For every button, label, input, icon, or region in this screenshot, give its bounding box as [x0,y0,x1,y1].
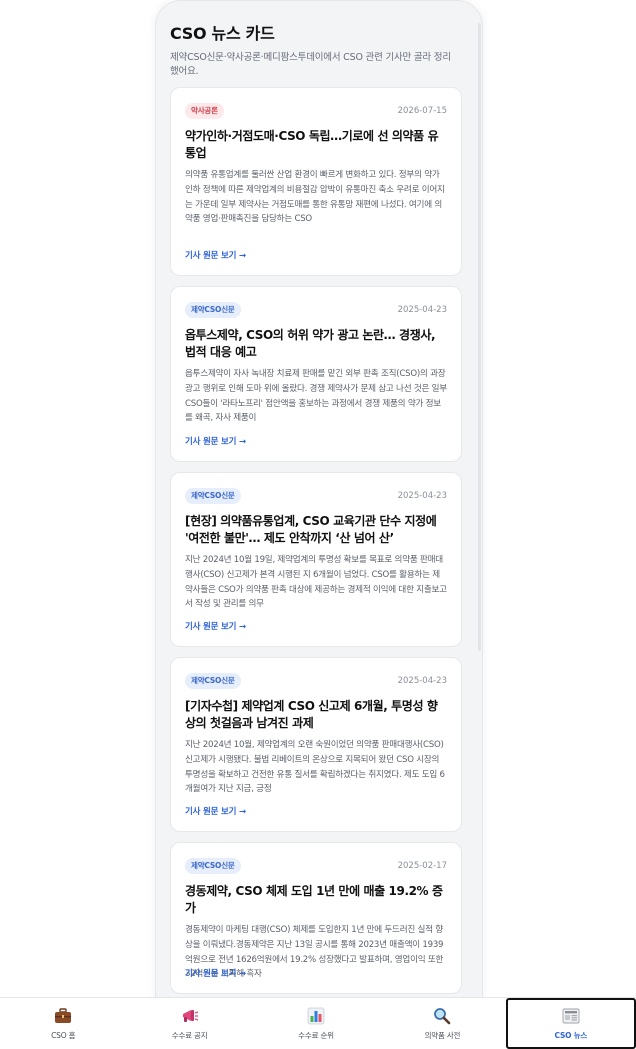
read-original-link[interactable]: 기사 원문 보기 → [185,435,246,447]
app-frame: CSO 뉴스 카드 제약CSO신문·약사공론·메디팜스투데이에서 CSO 관련 … [155,0,483,1002]
news-card[interactable]: 제약CSO신문 2025-04-23 [현장] 의약품유통업계, CSO 교육기… [170,472,462,647]
page-header: CSO 뉴스 카드 제약CSO신문·약사공론·메디팜스투데이에서 CSO 관련 … [156,1,482,79]
scrollbar[interactable] [478,23,481,651]
page-subtitle: 제약CSO신문·약사공론·메디팜스투데이에서 CSO 관련 기사만 골라 정리했… [170,52,451,77]
news-date: 2026-07-15 [397,106,447,116]
bar-chart-icon [306,1006,326,1026]
nav-item-cso-news[interactable]: CSO 뉴스 [505,998,636,1049]
source-badge: 제약CSO신문 [185,673,241,689]
source-badge: 약사공론 [185,103,224,119]
news-title[interactable]: [기자수첩] 제약업계 CSO 신고제 6개월, 투명성 향상의 첫걸음과 남겨… [185,698,447,732]
nav-item-fee-notice[interactable]: 수수료 공지 [126,998,252,1049]
news-date: 2025-04-23 [397,305,447,315]
nav-label: CSO 홈 [51,1031,76,1040]
page-title: CSO 뉴스 카드 [170,24,275,43]
briefcase-icon [53,1006,73,1026]
megaphone-icon [180,1006,200,1026]
news-date: 2025-02-17 [397,861,447,871]
news-title[interactable]: 약가인하·거점도매·CSO 독립…기로에 선 의약품 유통업 [185,128,447,162]
news-date: 2025-04-23 [397,491,447,501]
newspaper-icon [561,1006,581,1026]
read-original-link[interactable]: 기사 원문 보기 → [185,620,246,632]
nav-label: 의약품 사전 [424,1031,461,1040]
news-card[interactable]: 약사공론 2026-07-15 약가인하·거점도매·CSO 독립…기로에 선 의… [170,87,462,276]
news-title[interactable]: 옵투스제약, CSO의 허위 약가 광고 논란… 경쟁사, 법적 대응 예고 [185,327,447,361]
read-original-link[interactable]: 기사 원문 보기 → [185,967,246,979]
source-badge: 제약CSO신문 [185,858,241,874]
read-original-link[interactable]: 기사 원문 보기 → [185,249,246,261]
nav-label: 수수료 공지 [171,1031,208,1040]
news-date: 2025-04-23 [397,676,447,686]
nav-item-fee-ranking[interactable]: 수수료 순위 [253,998,379,1049]
news-title[interactable]: [현장] 의약품유통업계, CSO 교육기관 단수 지정에 '여전한 불만'… … [185,513,447,547]
source-badge: 제약CSO신문 [185,488,241,504]
news-title[interactable]: 경동제약, CSO 체제 도입 1년 만에 매출 19.2% 증가 [185,883,447,917]
read-original-link[interactable]: 기사 원문 보기 → [185,805,246,817]
nav-label: 수수료 순위 [298,1031,334,1040]
nav-label: CSO 뉴스 [554,1031,588,1040]
news-card[interactable]: 제약CSO신문 2025-02-17 경동제약, CSO 체제 도입 1년 만에… [170,842,462,994]
source-badge: 제약CSO신문 [185,302,241,318]
nav-item-cso-home[interactable]: CSO 홈 [0,998,126,1049]
news-summary: 옵투스제약이 자사 녹내장 치료제 판매를 맡긴 외부 판촉 조직(CSO)의 … [185,369,447,424]
news-summary: 지난 2024년 10월, 제약업계의 오랜 숙원이었던 의약품 판매대행사(C… [185,740,445,795]
magnifier-icon [432,1006,452,1026]
nav-item-drug-dictionary[interactable]: 의약품 사전 [379,998,505,1049]
news-summary: 의약품 유통업계를 둘러싼 산업 환경이 빠르게 변화하고 있다. 정부의 약가… [185,170,445,225]
news-card[interactable]: 제약CSO신문 2025-04-23 옵투스제약, CSO의 허위 약가 광고 … [170,286,462,462]
news-summary: 지난 2024년 10월 19일, 제약업계의 투명성 확보를 목표로 의약품 … [185,555,447,610]
news-card[interactable]: 제약CSO신문 2025-04-23 [기자수첩] 제약업계 CSO 신고제 6… [170,657,462,832]
bottom-nav: CSO 홈 수수료 공지 수수료 순위 의약품 사전 CSO 뉴스 [0,997,636,1049]
